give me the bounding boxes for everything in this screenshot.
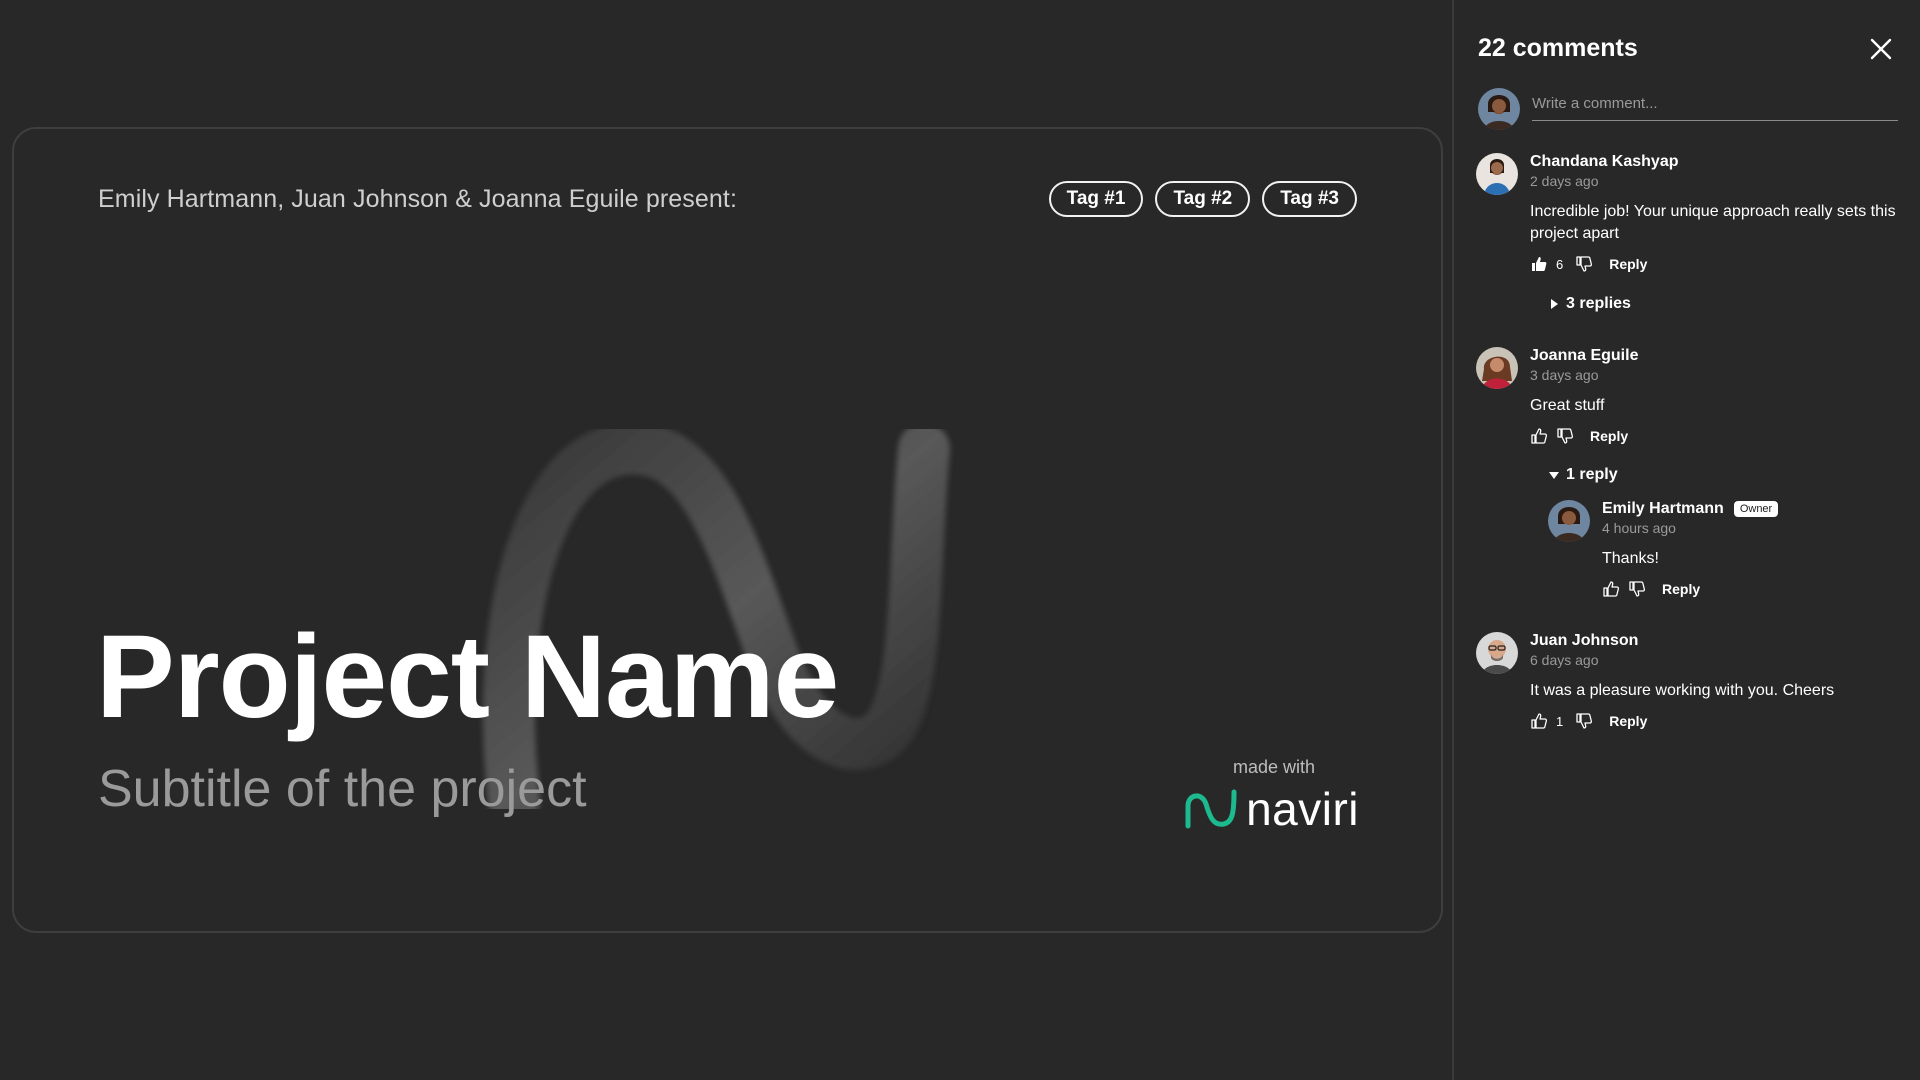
comment-actions: Reply	[1602, 580, 1908, 598]
comment-time: 2 days ago	[1530, 173, 1599, 189]
tag-chip[interactable]: Tag #1	[1048, 181, 1144, 217]
avatar	[1548, 500, 1590, 542]
comment-time: 6 days ago	[1530, 652, 1599, 668]
reply-item: Emily Hartmann Owner 4 hours ago Thanks!…	[1548, 500, 1908, 598]
comment-composer	[1478, 88, 1898, 130]
reply-button[interactable]: Reply	[1662, 581, 1700, 597]
avatar	[1476, 632, 1518, 674]
owner-badge: Owner	[1733, 501, 1779, 517]
replies-toggle[interactable]: 1 reply	[1548, 466, 1618, 484]
reply-button[interactable]: Reply	[1590, 428, 1628, 444]
avatar	[1478, 88, 1520, 130]
thumbs-up-filled-icon[interactable]	[1530, 255, 1548, 273]
caret-down-icon	[1549, 472, 1559, 479]
brand-name: naviri	[1246, 783, 1359, 835]
comment-text: Thanks!	[1602, 550, 1659, 567]
reply-author-row: Emily Hartmann Owner	[1602, 500, 1908, 518]
reply-button[interactable]: Reply	[1609, 256, 1647, 272]
comment-actions: 1 Reply	[1530, 712, 1906, 730]
thumbs-down-icon[interactable]	[1575, 712, 1593, 730]
replies-toggle-label: 3 replies	[1566, 295, 1631, 312]
tag-list: Tag #1 Tag #2 Tag #3	[1048, 181, 1357, 217]
thumbs-down-icon[interactable]	[1556, 427, 1574, 445]
comment-author[interactable]: Joanna Eguile	[1530, 347, 1906, 365]
tag-chip[interactable]: Tag #3	[1262, 181, 1357, 217]
comment-item: Chandana Kashyap 2 days ago Incredible j…	[1476, 153, 1906, 273]
comments-count-title: 22 comments	[1478, 34, 1638, 62]
presenters-line: Emily Hartmann, Juan Johnson & Joanna Eg…	[98, 185, 737, 213]
project-subtitle: Subtitle of the project	[98, 760, 587, 818]
comment-item: Juan Johnson 6 days ago It was a pleasur…	[1476, 632, 1906, 730]
close-icon[interactable]	[1868, 36, 1894, 62]
presentation-stage: Emily Hartmann, Juan Johnson & Joanna Eg…	[0, 0, 1452, 1080]
comment-author[interactable]: Chandana Kashyap	[1530, 153, 1906, 171]
comment-text: It was a pleasure working with you. Chee…	[1530, 682, 1835, 699]
thumbs-down-icon[interactable]	[1628, 580, 1646, 598]
project-title: Project Name	[96, 611, 839, 743]
brand-logo: naviri	[1184, 782, 1359, 836]
avatar	[1476, 347, 1518, 389]
comment-item: Joanna Eguile 3 days ago Great stuff Rep…	[1476, 347, 1906, 445]
cover-card: Emily Hartmann, Juan Johnson & Joanna Eg…	[12, 127, 1443, 933]
tag-chip[interactable]: Tag #2	[1155, 181, 1251, 217]
comment-author[interactable]: Juan Johnson	[1530, 632, 1906, 650]
like-count: 1	[1556, 713, 1564, 729]
comment-actions: Reply	[1530, 427, 1906, 445]
thumbs-up-icon[interactable]	[1530, 712, 1548, 730]
made-with-label: made with	[1232, 757, 1316, 777]
comment-actions: 6 Reply	[1530, 255, 1906, 273]
comment-text: Incredible job! Your unique approach rea…	[1530, 203, 1896, 242]
thumbs-up-icon[interactable]	[1530, 427, 1548, 445]
comment-text: Great stuff	[1530, 397, 1605, 414]
like-count: 6	[1556, 256, 1564, 272]
thumbs-down-icon[interactable]	[1575, 255, 1593, 273]
comment-input[interactable]	[1532, 92, 1898, 121]
made-with-badge: made with naviri	[1184, 757, 1359, 836]
replies-toggle-label: 1 reply	[1566, 466, 1618, 483]
comment-time: 4 hours ago	[1602, 520, 1676, 536]
reply-button[interactable]: Reply	[1609, 713, 1647, 729]
avatar	[1476, 153, 1518, 195]
naviri-logo-icon	[1185, 789, 1237, 829]
comment-time: 3 days ago	[1530, 367, 1599, 383]
replies-toggle[interactable]: 3 replies	[1548, 295, 1631, 313]
thumbs-up-icon[interactable]	[1602, 580, 1620, 598]
app-window: Emily Hartmann, Juan Johnson & Joanna Eg…	[0, 0, 1920, 1080]
comment-author[interactable]: Emily Hartmann	[1602, 500, 1724, 518]
caret-right-icon	[1551, 299, 1558, 309]
